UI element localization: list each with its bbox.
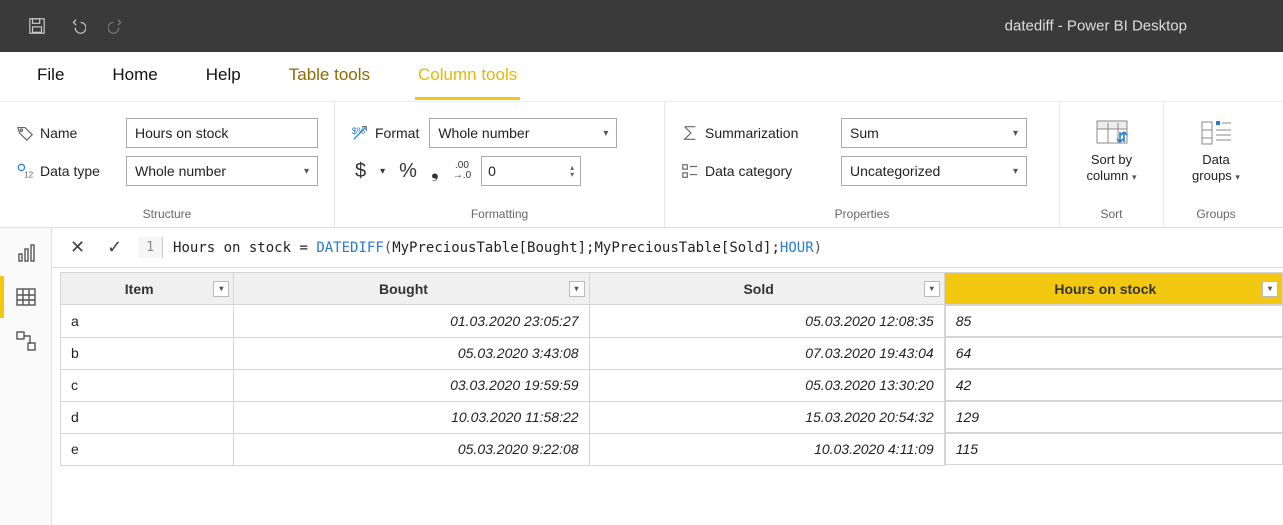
datatype-combo[interactable]: Whole number▾ <box>126 156 318 186</box>
col-header-hours[interactable]: Hours on stock▾ <box>944 273 1282 305</box>
group-label-properties: Properties <box>681 203 1043 221</box>
formula-bar: ✕ ✓ 1 Hours on stock = DATEDIFF(MyPrecio… <box>52 228 1283 268</box>
save-icon[interactable] <box>28 17 46 35</box>
cell-bought[interactable]: 10.03.2020 11:58:22 <box>234 401 589 433</box>
name-label: Name <box>16 124 116 142</box>
content-area: ✕ ✓ 1 Hours on stock = DATEDIFF(MyPrecio… <box>52 228 1283 525</box>
thousands-button[interactable]: ❟ <box>427 160 443 183</box>
report-view-icon[interactable] <box>15 242 37 264</box>
name-input[interactable]: Hours on stock <box>126 118 318 148</box>
body: ✕ ✓ 1 Hours on stock = DATEDIFF(MyPrecio… <box>0 228 1283 525</box>
tab-table-tools[interactable]: Table tools <box>288 55 371 99</box>
col-header-sold[interactable]: Sold▾ <box>589 273 944 305</box>
filter-dropdown-icon[interactable]: ▾ <box>1262 281 1278 297</box>
group-label-groups: Groups <box>1196 203 1235 221</box>
format-icon: $% <box>351 124 369 142</box>
title-bar: datediff - Power BI Desktop <box>0 0 1283 52</box>
cell-hours[interactable]: 115 <box>945 433 1283 465</box>
cell-hours[interactable]: 64 <box>945 337 1283 369</box>
filter-dropdown-icon[interactable]: ▾ <box>924 281 940 297</box>
cell-hours[interactable]: 42 <box>945 369 1283 401</box>
ribbon-group-properties: Summarization Sum▾ Data category Uncateg… <box>665 102 1060 227</box>
sort-by-column-button[interactable]: Sort bycolumn ▾ <box>1072 118 1152 183</box>
col-header-item[interactable]: Item▾ <box>61 273 234 305</box>
summarization-label: Summarization <box>681 124 831 142</box>
datacategory-label: Data category <box>681 162 831 180</box>
cell-item[interactable]: e <box>61 433 234 465</box>
cell-sold[interactable]: 15.03.2020 20:54:32 <box>589 401 944 433</box>
currency-button[interactable]: $ <box>351 160 370 183</box>
tab-help[interactable]: Help <box>205 55 242 99</box>
format-combo[interactable]: Whole number▾ <box>429 118 617 148</box>
cell-sold[interactable]: 05.03.2020 13:30:20 <box>589 369 944 401</box>
window-title: datediff - Power BI Desktop <box>642 18 1283 35</box>
currency-dropdown-icon[interactable]: ▾ <box>376 166 389 177</box>
cell-item[interactable]: d <box>61 401 234 433</box>
commit-formula-button[interactable]: ✓ <box>101 237 128 258</box>
col-header-bought[interactable]: Bought▾ <box>234 273 589 305</box>
ribbon-group-sort: Sort bycolumn ▾ Sort <box>1060 102 1164 227</box>
cell-hours[interactable]: 85 <box>945 305 1283 337</box>
groups-icon <box>1198 118 1234 148</box>
cell-sold[interactable]: 05.03.2020 12:08:35 <box>589 305 944 338</box>
percent-button[interactable]: % <box>395 160 421 183</box>
datatype-label: 123 Data type <box>16 162 116 180</box>
svg-text:123: 123 <box>24 170 34 179</box>
group-label-sort: Sort <box>1100 203 1122 221</box>
cell-bought[interactable]: 05.03.2020 3:43:08 <box>234 337 589 369</box>
tag-icon <box>16 124 34 142</box>
ribbon-group-groups: Datagroups ▾ Groups <box>1164 102 1268 227</box>
ribbon-group-structure: Name Hours on stock 123 Data type Whole … <box>0 102 335 227</box>
filter-dropdown-icon[interactable]: ▾ <box>213 281 229 297</box>
cell-bought[interactable]: 05.03.2020 9:22:08 <box>234 433 589 465</box>
cell-bought[interactable]: 01.03.2020 23:05:27 <box>234 305 589 338</box>
quick-access-toolbar <box>28 17 126 35</box>
decimal-button[interactable]: .00→.0 <box>449 161 475 181</box>
group-label-structure: Structure <box>16 203 318 221</box>
table-row[interactable]: b 05.03.2020 3:43:08 07.03.2020 19:43:04… <box>61 337 1283 369</box>
data-grid[interactable]: Item▾ Bought▾ Sold▾ Hours on stock▾ a 01… <box>60 272 1283 466</box>
cell-item[interactable]: b <box>61 337 234 369</box>
formula-input[interactable]: Hours on stock = DATEDIFF(MyPreciousTabl… <box>173 241 1271 255</box>
tab-column-tools[interactable]: Column tools <box>417 55 518 99</box>
ribbon-tabs: File Home Help Table tools Column tools <box>0 52 1283 102</box>
tab-home[interactable]: Home <box>111 55 158 99</box>
ribbon: Name Hours on stock 123 Data type Whole … <box>0 102 1283 228</box>
ribbon-group-formatting: $% Format Whole number▾ $ ▾ % ❟ .00→.0 0 <box>335 102 665 227</box>
summarization-combo[interactable]: Sum▾ <box>841 118 1027 148</box>
data-groups-button[interactable]: Datagroups ▾ <box>1176 118 1256 183</box>
sort-icon <box>1094 118 1130 148</box>
group-label-formatting: Formatting <box>351 203 648 221</box>
category-icon <box>681 162 699 180</box>
datatype-icon: 123 <box>16 162 34 180</box>
table-row[interactable]: e 05.03.2020 9:22:08 10.03.2020 4:11:09 … <box>61 433 1283 465</box>
filter-dropdown-icon[interactable]: ▾ <box>569 281 585 297</box>
tab-file[interactable]: File <box>36 55 65 99</box>
data-view-icon[interactable] <box>15 286 37 308</box>
view-rail <box>0 228 52 525</box>
model-view-icon[interactable] <box>15 330 37 352</box>
table-row[interactable]: d 10.03.2020 11:58:22 15.03.2020 20:54:3… <box>61 401 1283 433</box>
decimals-input[interactable]: 0 ▴▾ <box>481 156 581 186</box>
table-row[interactable]: a 01.03.2020 23:05:27 05.03.2020 12:08:3… <box>61 305 1283 338</box>
formula-line-number: 1 <box>138 237 163 258</box>
cell-hours[interactable]: 129 <box>945 401 1283 433</box>
cell-sold[interactable]: 10.03.2020 4:11:09 <box>589 433 944 465</box>
cell-item[interactable]: a <box>61 305 234 338</box>
table-row[interactable]: c 03.03.2020 19:59:59 05.03.2020 13:30:2… <box>61 369 1283 401</box>
cell-bought[interactable]: 03.03.2020 19:59:59 <box>234 369 589 401</box>
cell-item[interactable]: c <box>61 369 234 401</box>
cancel-formula-button[interactable]: ✕ <box>64 237 91 258</box>
cell-sold[interactable]: 07.03.2020 19:43:04 <box>589 337 944 369</box>
format-label: $% Format <box>351 124 419 142</box>
redo-icon <box>108 17 126 35</box>
sigma-icon <box>681 124 699 142</box>
table-header-row: Item▾ Bought▾ Sold▾ Hours on stock▾ <box>61 273 1283 305</box>
datacategory-combo[interactable]: Uncategorized▾ <box>841 156 1027 186</box>
undo-icon[interactable] <box>68 17 86 35</box>
